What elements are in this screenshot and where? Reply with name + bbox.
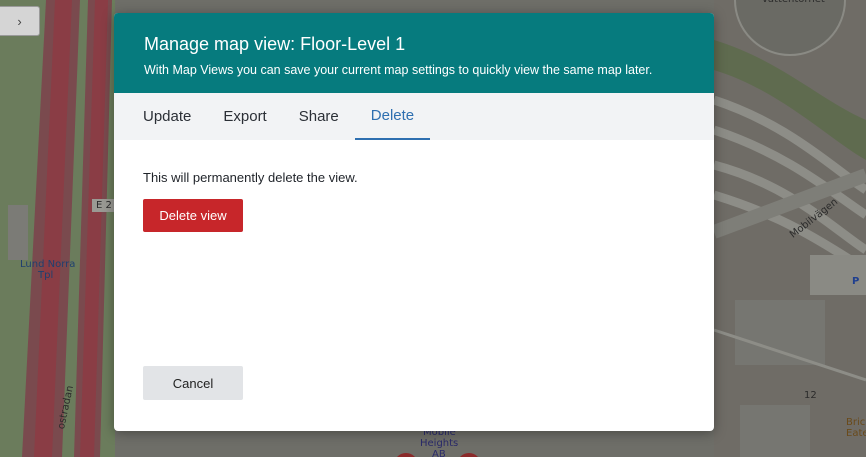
sidebar-toggle-button[interactable]: › (0, 6, 40, 36)
cancel-button[interactable]: Cancel (143, 366, 243, 400)
delete-warning-text: This will permanently delete the view. (143, 170, 358, 185)
map-label-number: 12 (804, 390, 817, 401)
manage-map-view-dialog: Manage map view: Floor-Level 1 With Map … (114, 13, 714, 431)
tab-delete[interactable]: Delete (354, 93, 431, 140)
dialog-header: Manage map view: Floor-Level 1 With Map … (114, 13, 714, 93)
delete-view-button[interactable]: Delete view (143, 199, 243, 232)
map-label-road: E 2 (92, 199, 116, 212)
map-label-building-2: Heights (420, 438, 459, 449)
map-label-brick-2: Eate (846, 428, 866, 439)
map-label-tower: vattentornet (762, 0, 825, 5)
map-label-station-sub: Tpl (38, 270, 54, 281)
map-label-brick: Brick (846, 417, 866, 428)
dialog-tabs: Update Export Share Delete (114, 93, 714, 140)
dialog-subtitle: With Map Views you can save your current… (144, 63, 653, 77)
tab-export[interactable]: Export (207, 93, 282, 140)
map-label-station: Lund Norra (20, 259, 76, 270)
delete-tab-panel: This will permanently delete the view. D… (114, 140, 714, 232)
chevron-right-icon: › (17, 13, 22, 29)
tab-update[interactable]: Update (127, 93, 207, 140)
map-label-building-3: AB (432, 449, 446, 457)
dialog-title: Manage map view: Floor-Level 1 (144, 34, 406, 54)
tab-share[interactable]: Share (283, 93, 355, 140)
map-label-parking: P (852, 276, 860, 287)
